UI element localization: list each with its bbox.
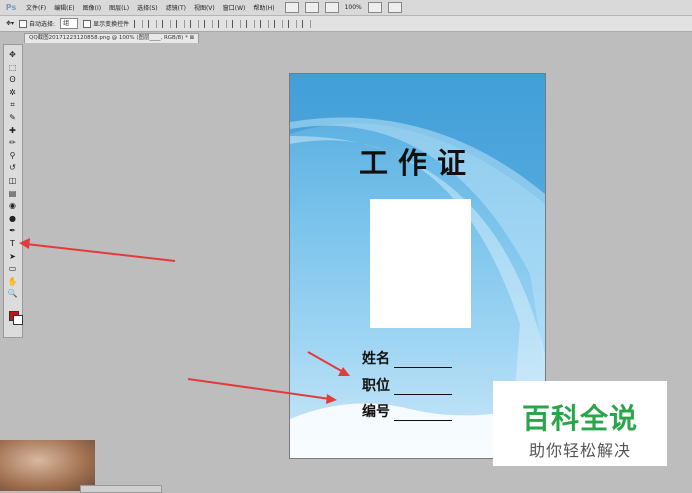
- auto-align-icon[interactable]: [302, 19, 312, 28]
- name-field: 姓名: [362, 348, 452, 368]
- mini-bridge-button[interactable]: [304, 2, 319, 13]
- align-right-icon[interactable]: [204, 19, 214, 28]
- bridge-button[interactable]: [284, 2, 299, 13]
- show-transform-checkbox[interactable]: 显示变换控件: [83, 19, 129, 29]
- number-label: 编号: [362, 404, 390, 420]
- photoshop-logo: Ps: [5, 3, 17, 12]
- menu-edit[interactable]: 编辑(E): [50, 3, 78, 12]
- align-top-icon[interactable]: [134, 19, 144, 28]
- watermark-sub-text: 助你轻松解决: [528, 441, 631, 460]
- blur-icon[interactable]: ◉: [6, 200, 19, 211]
- arrange-documents-button[interactable]: [367, 2, 382, 13]
- number-underline: [394, 408, 452, 421]
- distribute-center-icon[interactable]: [274, 19, 284, 28]
- history-brush-icon[interactable]: ↺: [6, 162, 19, 173]
- align-left-icon[interactable]: [176, 19, 186, 28]
- document-tab-bar: QQ截图20171223120858.png @ 100% (图层____, R…: [0, 33, 692, 43]
- lasso-icon[interactable]: ʘ: [6, 74, 19, 85]
- menu-filter[interactable]: 滤镜(T): [162, 3, 190, 12]
- document-tab[interactable]: QQ截图20171223120858.png @ 100% (图层____, R…: [24, 33, 200, 43]
- corner-thumbnail-image: [0, 440, 95, 491]
- clone-stamp-icon[interactable]: ⚲: [6, 150, 19, 161]
- menu-image[interactable]: 图像(I): [79, 3, 105, 12]
- marquee-icon[interactable]: ⬚: [6, 62, 19, 73]
- healing-brush-icon[interactable]: ✚: [6, 125, 19, 136]
- photo-placeholder: [370, 199, 471, 328]
- arrow-to-type-tool: [25, 243, 176, 262]
- menu-select[interactable]: 选择(S): [133, 3, 162, 12]
- screen-mode-button[interactable]: [387, 2, 402, 13]
- number-field: 编号: [362, 401, 452, 421]
- distribute-bottom-icon[interactable]: [246, 19, 256, 28]
- dodge-icon[interactable]: ●: [6, 213, 19, 224]
- name-underline: [394, 355, 452, 368]
- align-middle-icon[interactable]: [148, 19, 158, 28]
- pen-icon[interactable]: ✒: [6, 225, 19, 236]
- menu-layer[interactable]: 图层(L): [105, 3, 133, 12]
- menu-window[interactable]: 窗口(W): [219, 3, 250, 12]
- position-label: 职位: [362, 378, 390, 394]
- show-transform-label: 显示变换控件: [93, 20, 130, 28]
- move-icon[interactable]: ✥: [6, 49, 19, 60]
- background-color-swatch[interactable]: [13, 315, 23, 325]
- crop-icon[interactable]: ⌗: [6, 99, 19, 110]
- magic-wand-icon[interactable]: ✲: [6, 87, 19, 98]
- auto-select-dropdown[interactable]: 组: [60, 18, 79, 29]
- position-field: 职位: [362, 375, 452, 395]
- gradient-icon[interactable]: ▤: [6, 188, 19, 199]
- menu-file[interactable]: 文件(F): [22, 3, 50, 12]
- auto-select-checkbox[interactable]: 自动选择:: [19, 19, 55, 29]
- move-tool-preset-icon[interactable]: ✥▾: [6, 20, 14, 27]
- path-select-icon[interactable]: ➤: [6, 251, 19, 262]
- tools-panel: ✥ ⬚ ʘ ✲ ⌗ ✎ ✚ ✏ ⚲ ↺ ◫ ▤ ◉ ● ✒ T ➤ ▭ ✋ 🔍: [3, 44, 23, 338]
- position-underline: [394, 382, 452, 395]
- distribute-top-icon[interactable]: [218, 19, 228, 28]
- menu-toolbar: 100%: [284, 2, 402, 13]
- watermark-box: 百科全说 助你轻松解决: [493, 381, 667, 466]
- type-icon[interactable]: T: [6, 238, 19, 249]
- status-bar: [80, 485, 162, 493]
- hand-icon[interactable]: ✋: [6, 276, 19, 287]
- menu-bar: Ps 文件(F) 编辑(E) 图像(I) 图层(L) 选择(S) 滤镜(T) 视…: [0, 0, 692, 16]
- distribute-middle-icon[interactable]: [232, 19, 242, 28]
- shape-icon[interactable]: ▭: [6, 263, 19, 274]
- distribute-left-icon[interactable]: [260, 19, 270, 28]
- menu-view[interactable]: 视图(V): [190, 3, 219, 12]
- eraser-icon[interactable]: ◫: [6, 175, 19, 186]
- zoom-icon[interactable]: 🔍: [6, 288, 19, 299]
- distribute-right-icon[interactable]: [288, 19, 298, 28]
- card-title: 工作证: [358, 146, 476, 180]
- align-center-icon[interactable]: [190, 19, 200, 28]
- name-label: 姓名: [362, 351, 390, 367]
- view-extras-button[interactable]: [324, 2, 339, 13]
- align-bottom-icon[interactable]: [162, 19, 172, 28]
- auto-select-label: 自动选择:: [29, 20, 56, 28]
- eyedropper-icon[interactable]: ✎: [6, 112, 19, 123]
- zoom-level[interactable]: 100%: [345, 4, 362, 11]
- menu-help[interactable]: 帮助(H): [249, 3, 278, 12]
- options-bar: ✥▾ 自动选择: 组 显示变换控件: [0, 16, 692, 32]
- watermark-main-text: 百科全说: [521, 402, 638, 435]
- brush-icon[interactable]: ✏: [6, 137, 19, 148]
